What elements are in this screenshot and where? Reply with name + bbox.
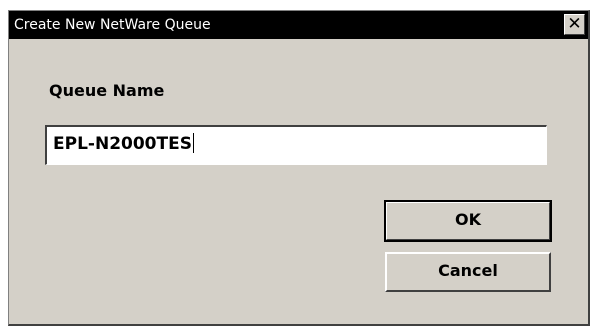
title-bar[interactable]: Create New NetWare Queue ✕: [9, 11, 588, 39]
close-icon[interactable]: ✕: [564, 14, 585, 35]
window-title: Create New NetWare Queue: [14, 17, 211, 33]
cancel-button[interactable]: Cancel: [385, 252, 551, 292]
queue-name-label: Queue Name: [49, 81, 165, 100]
ok-button[interactable]: OK: [384, 200, 552, 242]
create-queue-dialog: Create New NetWare Queue ✕ Queue Name EP…: [8, 10, 590, 326]
queue-name-value: EPL-N2000TES: [53, 134, 192, 154]
text-caret: [192, 133, 194, 153]
queue-name-input[interactable]: EPL-N2000TES: [45, 125, 547, 165]
